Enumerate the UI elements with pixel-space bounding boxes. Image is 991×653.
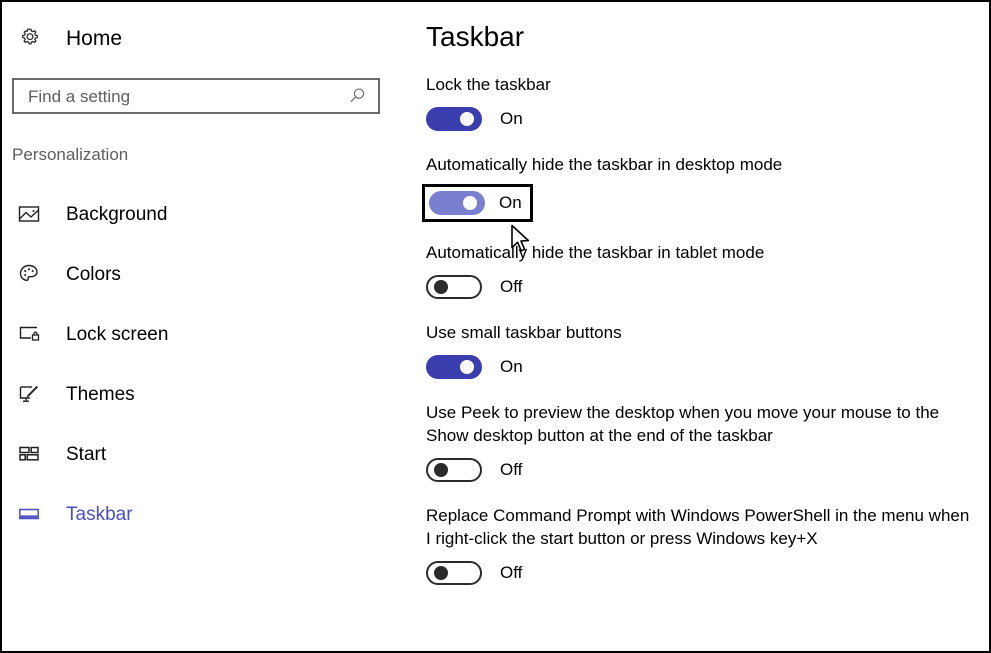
search-input[interactable]: Find a setting — [14, 88, 340, 105]
home-label: Home — [66, 26, 123, 50]
sidebar-item-label: Taskbar — [66, 503, 133, 525]
toggle-use-peek[interactable] — [426, 457, 482, 482]
toggle-row: Off — [426, 558, 979, 588]
sidebar-item-label: Themes — [66, 383, 135, 405]
setting-auto-hide-desktop: Automatically hide the taskbar in deskto… — [422, 154, 979, 222]
toggle-small-taskbar-buttons[interactable] — [426, 354, 482, 379]
sidebar-item-colors[interactable]: Colors — [2, 254, 410, 294]
sidebar: Home Find a setting Personalization Back… — [2, 2, 410, 651]
setting-label: Use Peek to preview the desktop when you… — [426, 402, 940, 445]
sidebar-item-start[interactable]: Start — [2, 434, 410, 474]
sidebar-item-label: Colors — [66, 263, 121, 285]
toggle-state-label: Off — [500, 460, 523, 480]
sidebar-nav: Background Colors Lock screen Themes Sta… — [2, 194, 410, 554]
brush-icon — [14, 379, 44, 409]
settings-list: Lock the taskbar On Automatically hide t… — [422, 74, 979, 608]
search-icon[interactable] — [340, 81, 374, 111]
settings-window: Home Find a setting Personalization Back… — [0, 0, 991, 653]
page-title: Taskbar — [426, 21, 525, 52]
lock-screen-icon — [14, 319, 44, 349]
sidebar-item-label: Start — [66, 443, 107, 465]
sidebar-item-label: Background — [66, 203, 168, 225]
sidebar-item-lock-screen[interactable]: Lock screen — [2, 314, 410, 354]
tiles-icon — [14, 439, 44, 469]
setting-label: Replace Command Prompt with Windows Powe… — [426, 505, 970, 548]
sidebar-item-label: Lock screen — [66, 323, 169, 345]
setting-replace-command-prompt: Replace Command Prompt with Windows Powe… — [426, 505, 979, 588]
home-button[interactable]: Home — [10, 18, 122, 58]
setting-lock-the-taskbar: Lock the taskbar On — [426, 74, 979, 134]
taskbar-icon — [14, 499, 44, 529]
toggle-row: On — [426, 104, 979, 134]
toggle-auto-hide-desktop[interactable] — [429, 190, 485, 215]
setting-label: Automatically hide the taskbar in deskto… — [426, 154, 783, 174]
toggle-auto-hide-tablet[interactable] — [426, 274, 482, 299]
setting-label: Automatically hide the taskbar in tablet… — [426, 242, 765, 262]
toggle-state-label: Off — [500, 563, 523, 582]
toggle-row: Off — [426, 272, 979, 302]
setting-label: Use small taskbar buttons — [426, 322, 622, 342]
palette-icon — [14, 259, 44, 289]
image-icon — [14, 199, 44, 229]
search-box[interactable]: Find a setting — [12, 78, 380, 114]
sidebar-item-themes[interactable]: Themes — [2, 374, 410, 414]
toggle-row: Off — [426, 455, 979, 485]
toggle-state-label: Off — [500, 277, 523, 297]
toggle-state-label: On — [500, 109, 523, 129]
setting-auto-hide-tablet: Automatically hide the taskbar in tablet… — [426, 242, 979, 302]
toggle-state-label: On — [500, 357, 523, 377]
toggle-state-label: On — [499, 193, 522, 213]
setting-label: Lock the taskbar — [426, 75, 551, 94]
sidebar-item-background[interactable]: Background — [2, 194, 410, 234]
main-content: Taskbar Lock the taskbar On Automaticall… — [410, 2, 989, 651]
sidebar-item-taskbar[interactable]: Taskbar — [2, 494, 410, 534]
setting-small-taskbar-buttons: Use small taskbar buttons On — [426, 322, 979, 382]
toggle-replace-command-prompt[interactable] — [426, 560, 482, 585]
toggle-row-focused: On — [422, 183, 533, 222]
section-label: Personalization — [12, 145, 129, 164]
gear-icon — [14, 22, 46, 54]
toggle-lock-the-taskbar[interactable] — [426, 106, 482, 131]
toggle-row: On — [426, 352, 979, 382]
setting-use-peek: Use Peek to preview the desktop when you… — [426, 402, 979, 485]
